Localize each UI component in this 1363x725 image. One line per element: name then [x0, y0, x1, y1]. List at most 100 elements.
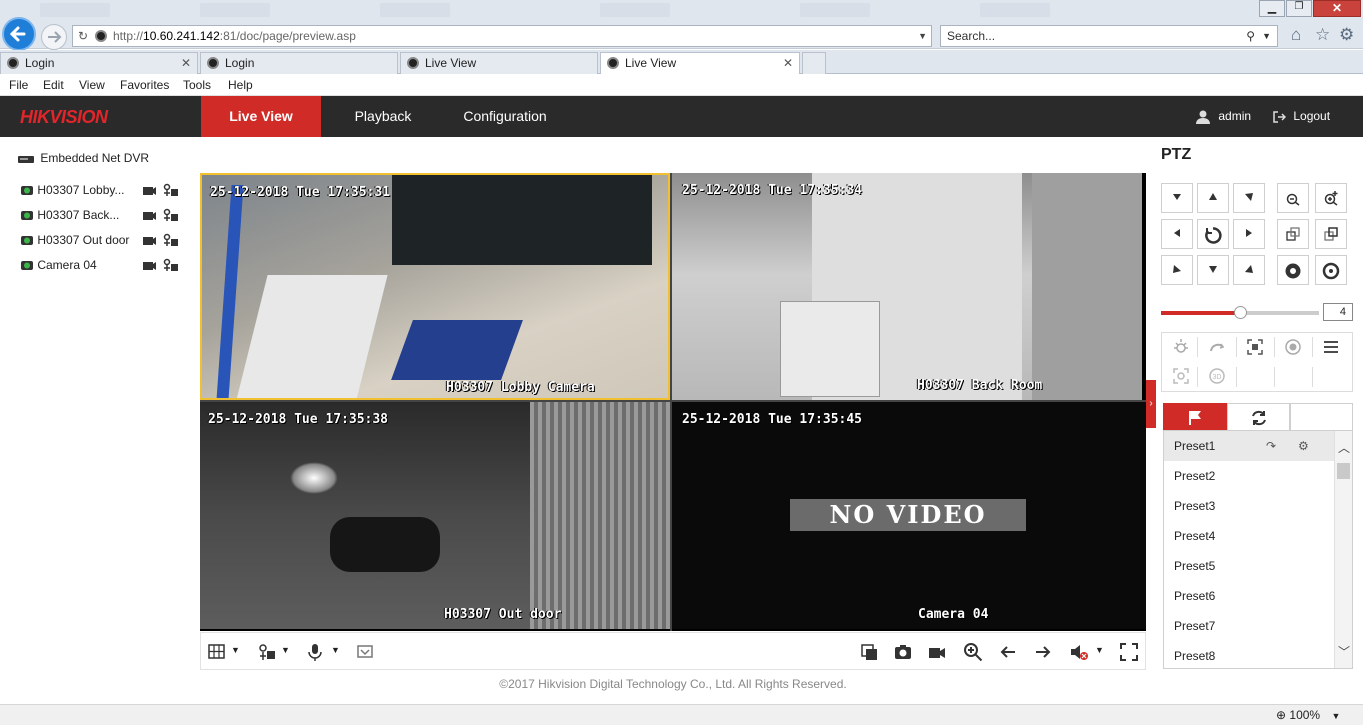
- record-icon[interactable]: [142, 209, 156, 221]
- record-icon[interactable]: [142, 259, 156, 271]
- iris-close-button[interactable]: [1315, 255, 1347, 285]
- preset-scrollbar[interactable]: ︿ ﹀: [1334, 431, 1352, 668]
- alarm-output-icon[interactable]: [355, 642, 375, 662]
- speed-slider-knob[interactable]: [1234, 306, 1247, 319]
- preset-item-1[interactable]: Preset1 ↷ ⚙: [1164, 431, 1336, 461]
- wiper-icon[interactable]: [1208, 338, 1226, 356]
- close-window-button[interactable]: ✕: [1313, 0, 1361, 17]
- search-box[interactable]: Search... ⚲ ▼: [940, 25, 1278, 47]
- address-bar[interactable]: ↻ http://10.60.241.142:81/doc/page/previ…: [72, 25, 932, 47]
- preset-item-8[interactable]: Preset8: [1164, 641, 1336, 668]
- menu-edit[interactable]: Edit: [43, 78, 64, 92]
- video-window-2[interactable]: 25-12-2018 Tue 17:35:34 H03307 Back Room: [672, 173, 1142, 400]
- ptz-up-left-button[interactable]: [1161, 183, 1193, 213]
- preset-item-2[interactable]: Preset2: [1164, 461, 1336, 491]
- menu-favorites[interactable]: Favorites: [120, 78, 169, 92]
- fullscreen-icon[interactable]: [1119, 642, 1139, 662]
- ptz-auto-scan-button[interactable]: [1197, 219, 1229, 249]
- address-dropdown-icon[interactable]: ▼: [918, 26, 927, 46]
- ptz-channel-icon[interactable]: [163, 183, 179, 197]
- settings-gear-icon[interactable]: ⚙: [1339, 25, 1354, 45]
- browser-tab-2[interactable]: Login: [200, 52, 398, 74]
- search-icon[interactable]: ⚲: [1246, 26, 1255, 46]
- window-layout-icon[interactable]: [207, 642, 227, 662]
- close-tab-icon[interactable]: ✕: [181, 53, 191, 73]
- record-video-icon[interactable]: [927, 642, 947, 662]
- ptz-channel-icon[interactable]: [163, 233, 179, 247]
- ptz-collapse-handle[interactable]: ›: [1146, 380, 1156, 428]
- stream-type-icon[interactable]: [257, 642, 277, 662]
- layout-dropdown-icon[interactable]: ▼: [231, 645, 240, 655]
- scroll-up-icon[interactable]: ︿: [1338, 439, 1350, 456]
- regional-focus-icon[interactable]: [1172, 367, 1190, 385]
- auto-focus-icon[interactable]: [1246, 338, 1264, 356]
- video-window-1[interactable]: 25-12-2018 Tue 17:35:31 H03307 Lobby Cam…: [200, 173, 670, 400]
- scroll-thumb[interactable]: [1337, 463, 1350, 479]
- light-icon[interactable]: [1172, 338, 1190, 356]
- 3d-positioning-icon[interactable]: 3D: [1208, 367, 1226, 385]
- refresh-icon[interactable]: ↻: [78, 26, 88, 46]
- minimize-button[interactable]: ▁: [1259, 0, 1285, 17]
- tab-patrols[interactable]: [1227, 403, 1290, 431]
- menu-icon[interactable]: [1322, 338, 1340, 356]
- tab-pattern[interactable]: [1290, 403, 1353, 431]
- browser-tab-4[interactable]: Live View ✕: [600, 52, 800, 74]
- menu-view[interactable]: View: [79, 78, 105, 92]
- menu-help[interactable]: Help: [228, 78, 253, 92]
- home-icon[interactable]: ⌂: [1291, 25, 1301, 45]
- preset-item-6[interactable]: Preset6: [1164, 581, 1336, 611]
- preset-item-4[interactable]: Preset4: [1164, 521, 1336, 551]
- volume-mute-icon[interactable]: [1069, 642, 1089, 662]
- tree-camera-1[interactable]: H03307 Lobby...: [20, 182, 179, 197]
- video-window-4[interactable]: 25-12-2018 Tue 17:35:45 NO VIDEO Camera …: [672, 402, 1146, 629]
- next-page-icon[interactable]: [1033, 642, 1053, 662]
- ptz-down-left-button[interactable]: [1161, 255, 1193, 285]
- preset-item-3[interactable]: Preset3: [1164, 491, 1336, 521]
- forward-button[interactable]: [41, 24, 67, 50]
- nav-configuration[interactable]: Configuration: [445, 96, 565, 137]
- tab-presets[interactable]: [1163, 403, 1227, 431]
- zoom-out-button[interactable]: [1277, 183, 1309, 213]
- ptz-channel-icon[interactable]: [163, 258, 179, 272]
- ptz-down-button[interactable]: [1197, 255, 1229, 285]
- volume-dropdown-icon[interactable]: ▼: [1095, 645, 1104, 655]
- ptz-down-right-button[interactable]: [1233, 255, 1265, 285]
- scroll-down-icon[interactable]: ﹀: [1338, 643, 1350, 660]
- previous-page-icon[interactable]: [998, 642, 1018, 662]
- audio-dropdown-icon[interactable]: ▼: [331, 645, 340, 655]
- tree-camera-3[interactable]: H03307 Out door: [20, 232, 179, 247]
- digital-zoom-icon[interactable]: [963, 642, 983, 662]
- menu-file[interactable]: File: [9, 78, 28, 92]
- menu-tools[interactable]: Tools: [183, 78, 211, 92]
- record-icon[interactable]: [142, 234, 156, 246]
- preset-item-5[interactable]: Preset5: [1164, 551, 1336, 581]
- user-menu[interactable]: admin: [1195, 96, 1251, 137]
- browser-tab-3[interactable]: Live View: [400, 52, 598, 74]
- favorites-star-icon[interactable]: ☆: [1315, 25, 1330, 45]
- zoom-in-button[interactable]: [1315, 183, 1347, 213]
- new-tab-button[interactable]: [802, 52, 826, 74]
- capture-camera-icon[interactable]: [893, 642, 913, 662]
- lens-init-icon[interactable]: [1284, 338, 1302, 356]
- focus-far-button[interactable]: [1315, 219, 1347, 249]
- tree-camera-2[interactable]: H03307 Back...: [20, 207, 179, 222]
- call-preset-icon[interactable]: ↷: [1266, 431, 1276, 461]
- record-icon[interactable]: [142, 184, 156, 196]
- ptz-speed-slider[interactable]: [1161, 306, 1319, 319]
- ptz-up-right-button[interactable]: [1233, 183, 1265, 213]
- back-button[interactable]: [2, 17, 36, 51]
- preset-item-7[interactable]: Preset7: [1164, 611, 1336, 641]
- nav-playback[interactable]: Playback: [330, 96, 436, 137]
- search-dropdown-icon[interactable]: ▼: [1262, 26, 1271, 46]
- focus-near-button[interactable]: [1277, 219, 1309, 249]
- stop-all-icon[interactable]: [859, 642, 879, 662]
- video-window-3[interactable]: 25-12-2018 Tue 17:35:38 H03307 Out door: [200, 402, 670, 629]
- stream-dropdown-icon[interactable]: ▼: [281, 645, 290, 655]
- nav-live-view[interactable]: Live View: [201, 96, 321, 137]
- tree-camera-4[interactable]: Camera 04: [20, 257, 179, 272]
- tree-root-dvr[interactable]: Embedded Net DVR: [18, 151, 149, 165]
- preset-settings-icon[interactable]: ⚙: [1298, 431, 1309, 461]
- ptz-left-button[interactable]: [1161, 219, 1193, 249]
- iris-open-button[interactable]: [1277, 255, 1309, 285]
- zoom-dropdown-icon[interactable]: ▼: [1331, 711, 1340, 721]
